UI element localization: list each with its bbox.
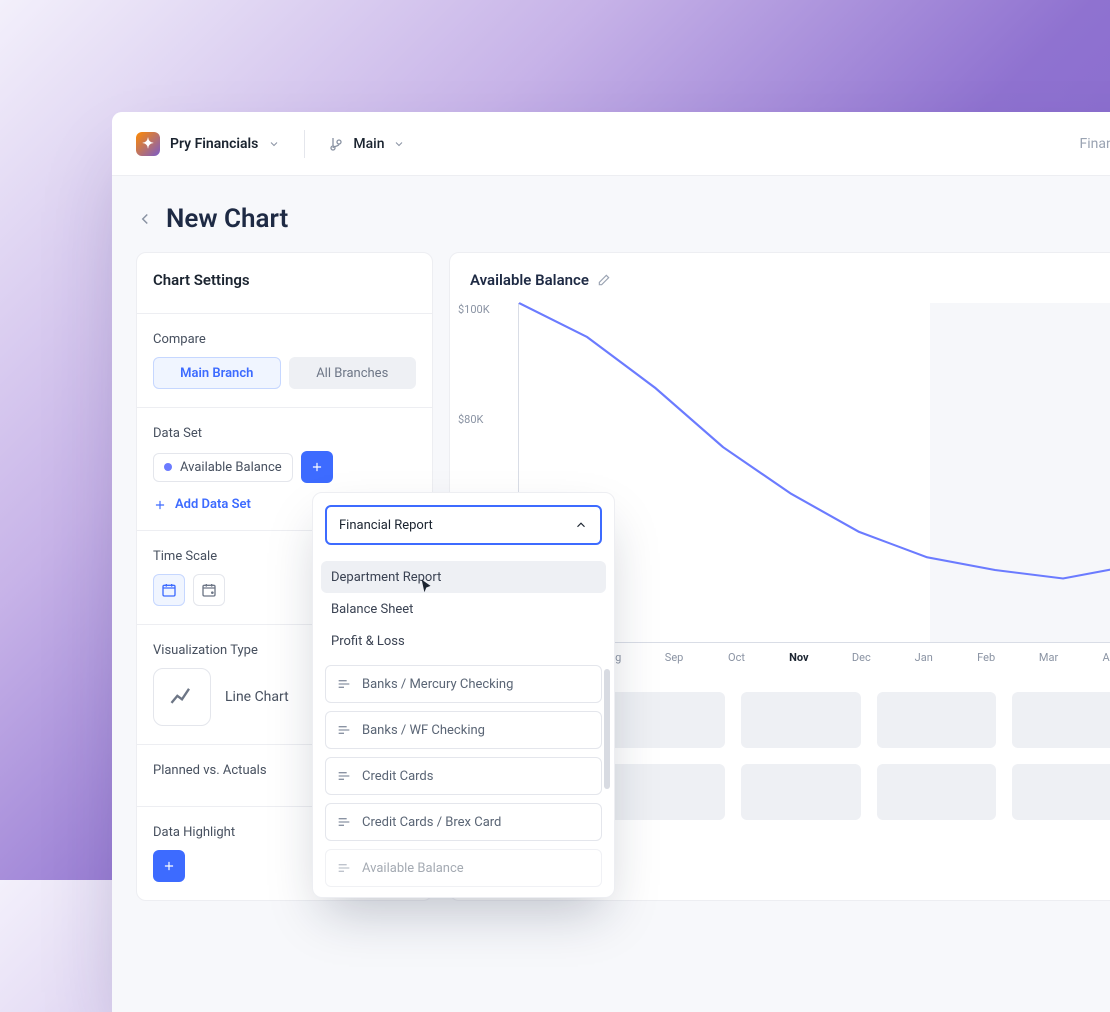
report-option-label: Profit & Loss	[331, 634, 405, 649]
account-row-label: Credit Cards / Brex Card	[362, 815, 501, 830]
list-icon	[336, 814, 352, 830]
add-dataset-link-label: Add Data Set	[175, 497, 251, 512]
calendar-end-icon	[201, 582, 217, 598]
x-tick: Jan	[893, 651, 955, 664]
timescale-end-button[interactable]	[193, 574, 225, 606]
y-axis-ticks: $100K $80K	[458, 303, 490, 523]
chart-title: Available Balance	[470, 271, 589, 289]
plus-icon	[310, 460, 324, 474]
add-dataset-button[interactable]	[301, 451, 333, 483]
report-option-balance-sheet[interactable]: Balance Sheet	[321, 593, 606, 625]
skeleton-card	[877, 692, 997, 748]
org-switcher[interactable]: ✦ Pry Financials	[136, 132, 280, 156]
x-tick: Oct	[705, 651, 767, 664]
branch-switcher[interactable]: Main	[329, 136, 404, 152]
account-row-label: Available Balance	[362, 861, 464, 876]
account-row-label: Banks / Mercury Checking	[362, 677, 513, 692]
report-option-department[interactable]: Department Report	[321, 561, 606, 593]
back-arrow-icon[interactable]	[136, 210, 154, 228]
compare-label: Compare	[153, 332, 416, 347]
skeleton-card	[606, 764, 726, 820]
skeleton-card	[606, 692, 726, 748]
account-list[interactable]: Banks / Mercury Checking Banks / WF Chec…	[313, 665, 614, 887]
account-row[interactable]: Credit Cards / Brex Card	[325, 803, 602, 841]
branch-icon	[329, 136, 345, 152]
x-tick: Dec	[830, 651, 892, 664]
series-color-dot	[164, 463, 172, 471]
dataset-chip[interactable]: Available Balance	[153, 453, 293, 482]
y-tick: $100K	[458, 303, 490, 413]
calendar-start-icon	[161, 582, 177, 598]
edit-icon[interactable]	[597, 273, 611, 287]
app-window: ✦ Pry Financials Main Financials Dashboa…	[112, 112, 1110, 1012]
plus-icon	[162, 859, 176, 873]
report-option-label: Department Report	[331, 570, 441, 585]
skeleton-card	[741, 764, 861, 820]
list-icon	[336, 860, 352, 876]
account-row[interactable]: Banks / Mercury Checking	[325, 665, 602, 703]
skeleton-card	[877, 764, 997, 820]
skeleton-card	[1012, 764, 1110, 820]
plus-icon	[153, 498, 167, 512]
topbar: ✦ Pry Financials Main Financials Dashboa…	[112, 112, 1110, 176]
page-header: New Chart	[112, 176, 1110, 252]
dataset-chip-label: Available Balance	[180, 460, 282, 475]
page-title: New Chart	[166, 204, 288, 234]
report-option-profit-loss[interactable]: Profit & Loss	[321, 625, 606, 657]
x-tick: Apr	[1080, 651, 1110, 664]
org-name: Pry Financials	[170, 136, 258, 152]
account-row[interactable]: Banks / WF Checking	[325, 711, 602, 749]
compare-all-branches[interactable]: All Branches	[289, 357, 417, 389]
dataset-label: Data Set	[153, 426, 416, 441]
add-highlight-button[interactable]	[153, 850, 185, 882]
timescale-start-button[interactable]	[153, 574, 185, 606]
report-select-value: Financial Report	[339, 518, 433, 533]
account-row[interactable]: Available Balance	[325, 849, 602, 887]
app-logo: ✦	[136, 132, 160, 156]
chevron-down-icon	[393, 138, 405, 150]
x-tick: Mar	[1017, 651, 1079, 664]
scrollbar[interactable]	[604, 669, 610, 789]
main-nav: Financials Dashboard Hiri	[1079, 136, 1110, 152]
x-tick: Sep	[643, 651, 705, 664]
list-icon	[336, 768, 352, 784]
branch-name: Main	[353, 136, 384, 152]
x-tick: Nov	[768, 651, 830, 664]
list-icon	[336, 676, 352, 692]
compare-segment: Main Branch All Branches	[153, 357, 416, 389]
chevron-up-icon	[574, 518, 588, 532]
account-row-label: Credit Cards	[362, 769, 433, 784]
compare-main-branch[interactable]: Main Branch	[153, 357, 281, 389]
skeleton-card	[1012, 692, 1110, 748]
list-icon	[336, 722, 352, 738]
viz-type-label: Line Chart	[225, 689, 289, 705]
chevron-down-icon	[268, 138, 280, 150]
account-row-label: Banks / WF Checking	[362, 723, 485, 738]
report-select[interactable]: Financial Report	[325, 505, 602, 545]
dataset-source-popover: Financial Report Department Report Balan…	[312, 492, 615, 898]
account-row[interactable]: Credit Cards	[325, 757, 602, 795]
line-chart-icon	[168, 683, 196, 711]
report-options: Department Report Balance Sheet Profit &…	[313, 557, 614, 665]
skeleton-card	[741, 692, 861, 748]
viz-type-card[interactable]	[153, 668, 211, 726]
nav-financials[interactable]: Financials	[1079, 136, 1110, 152]
settings-title: Chart Settings	[153, 271, 416, 289]
divider	[304, 130, 305, 158]
report-option-label: Balance Sheet	[331, 602, 413, 617]
x-tick: Feb	[955, 651, 1017, 664]
